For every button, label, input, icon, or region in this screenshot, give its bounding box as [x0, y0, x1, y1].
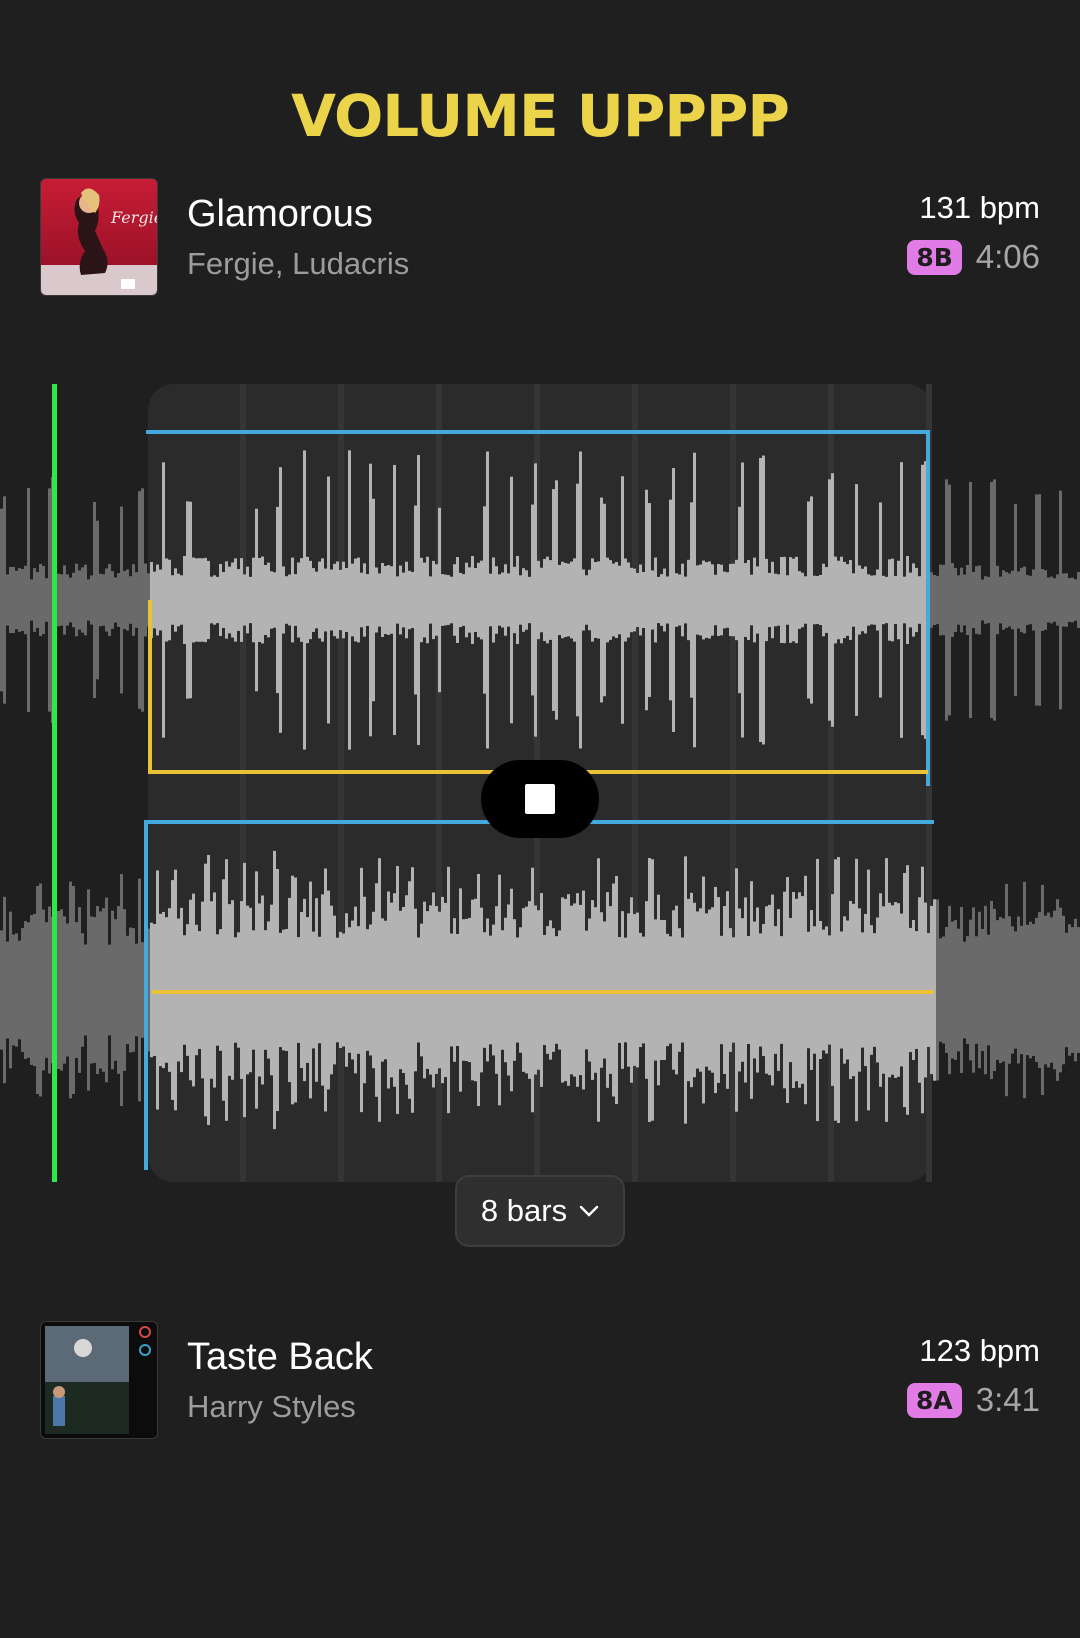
bottom-track-duration: 3:41	[975, 1381, 1040, 1418]
stop-button[interactable]	[481, 760, 599, 838]
bottom-track-artist: Harry Styles	[187, 1389, 356, 1424]
top-track-row[interactable]: Fergie Glamorous Fergie, Ludacris 131 bp…	[40, 178, 1040, 296]
loop-length-label: 8 bars	[480, 1193, 568, 1228]
bottom-track-title: Taste Back	[187, 1336, 373, 1378]
loop-length-dropdown[interactable]: 8 bars	[455, 1175, 625, 1247]
top-track-key-badge: 8B	[907, 239, 962, 275]
top-track-artist: Fergie, Ludacris	[187, 246, 410, 281]
top-track-cover-art: Fergie	[40, 178, 158, 296]
playhead	[52, 384, 57, 1182]
chevron-down-icon	[579, 1205, 599, 1217]
bottom-track-bpm: 123 bpm	[919, 1333, 1040, 1368]
top-track-duration: 4:06	[975, 238, 1040, 275]
mix-editor-screen: VOLUME UPPPP Fergie Glamorous Fer	[0, 0, 1080, 1638]
top-track-title: Glamorous	[187, 193, 373, 235]
bottom-track-row[interactable]: Taste Back Harry Styles 123 bpm 8A 3:41	[40, 1321, 1040, 1439]
bottom-track-key-badge: 8A	[907, 1382, 962, 1418]
bottom-track-meta: 8A 3:41	[907, 1381, 1040, 1419]
top-track-bpm: 131 bpm	[919, 190, 1040, 225]
cover-script-text: Fergie	[110, 208, 157, 227]
bottom-track-cover-art	[40, 1321, 158, 1439]
page-title: VOLUME UPPPP	[291, 82, 790, 150]
stop-icon	[525, 784, 555, 814]
top-track-meta: 8B 4:06	[907, 238, 1040, 276]
